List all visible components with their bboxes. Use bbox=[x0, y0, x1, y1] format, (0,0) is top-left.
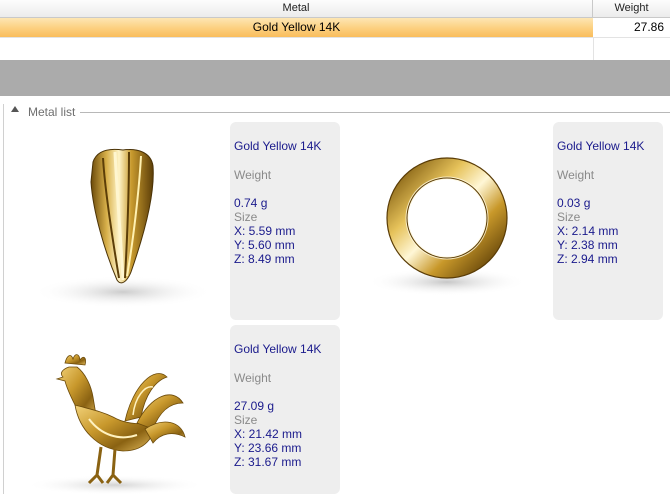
metal-item-card[interactable]: Gold Yellow 14K Weight 27.09 g Size X: 2… bbox=[5, 325, 340, 494]
metal-item-card[interactable]: Gold Yellow 14K Weight 0.74 g Size X: 5.… bbox=[5, 122, 340, 320]
weight-label: Weight bbox=[234, 371, 272, 385]
size-y: Y: 23.66 mm bbox=[234, 441, 302, 455]
item-metal-name: Gold Yellow 14K bbox=[557, 139, 645, 153]
size-z: Z: 31.67 mm bbox=[234, 455, 302, 469]
size-x: X: 21.42 mm bbox=[234, 427, 303, 441]
weight-label: Weight bbox=[234, 168, 272, 182]
table-header: Metal Weight bbox=[0, 0, 670, 18]
weight-value: 0.03 g bbox=[557, 196, 591, 210]
size-label: Size bbox=[234, 210, 258, 224]
item-metal-name: Gold Yellow 14K bbox=[234, 139, 322, 153]
gold-pendant-icon bbox=[5, 122, 227, 320]
weight-value: 27.09 g bbox=[234, 399, 275, 413]
table-row[interactable]: Gold Yellow 14K 27.86 bbox=[0, 18, 670, 37]
table-row-empty[interactable] bbox=[0, 37, 670, 61]
size-x: X: 2.14 mm bbox=[557, 224, 619, 238]
column-header-weight[interactable]: Weight bbox=[593, 0, 670, 17]
column-header-metal[interactable]: Metal bbox=[0, 0, 593, 17]
size-y: Y: 2.38 mm bbox=[557, 238, 618, 252]
metal-item-info: Gold Yellow 14K Weight 27.09 g Size X: 2… bbox=[230, 325, 340, 494]
cell-metal[interactable]: Gold Yellow 14K bbox=[0, 18, 593, 37]
gold-rooster-icon bbox=[5, 325, 227, 494]
weight-value: 0.74 g bbox=[234, 196, 268, 210]
size-x: X: 5.59 mm bbox=[234, 224, 296, 238]
size-label: Size bbox=[557, 210, 581, 224]
group-divider bbox=[80, 112, 670, 113]
metal-list-label: Metal list bbox=[28, 105, 76, 119]
metal-table: Metal Weight Gold Yellow 14K 27.86 bbox=[0, 0, 670, 61]
column-separator bbox=[593, 38, 594, 60]
item-metal-name: Gold Yellow 14K bbox=[234, 342, 322, 356]
size-z: Z: 8.49 mm bbox=[234, 252, 295, 266]
metal-list-header[interactable]: Metal list bbox=[0, 100, 670, 124]
metal-item-info: Gold Yellow 14K Weight 0.74 g Size X: 5.… bbox=[230, 122, 340, 320]
gold-ring-icon bbox=[343, 122, 551, 320]
list-border bbox=[3, 104, 4, 494]
size-z: Z: 2.94 mm bbox=[557, 252, 618, 266]
size-label: Size bbox=[234, 413, 258, 427]
collapse-triangle-icon[interactable] bbox=[11, 106, 19, 112]
metal-item-info: Gold Yellow 14K Weight 0.03 g Size X: 2.… bbox=[553, 122, 663, 320]
panel-separator bbox=[0, 60, 670, 96]
weight-label: Weight bbox=[557, 168, 595, 182]
cell-weight[interactable]: 27.86 bbox=[594, 18, 670, 37]
size-y: Y: 5.60 mm bbox=[234, 238, 295, 252]
metal-item-card[interactable]: Gold Yellow 14K Weight 0.03 g Size X: 2.… bbox=[343, 122, 665, 320]
